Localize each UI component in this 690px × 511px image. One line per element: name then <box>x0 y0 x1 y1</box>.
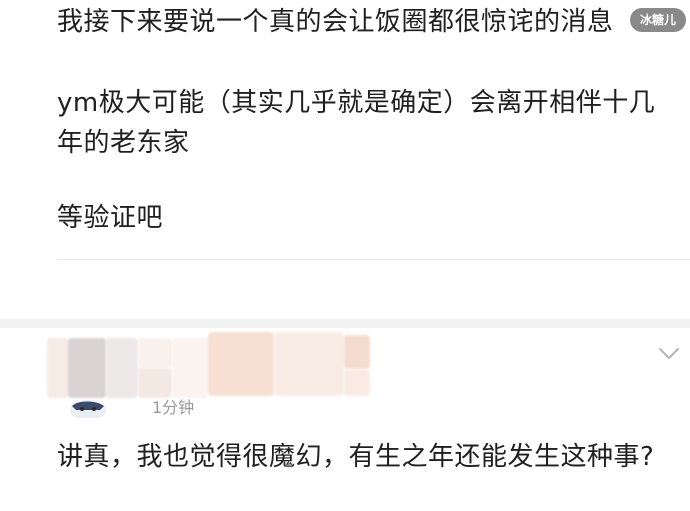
comment-timestamp: 1分钟 <box>152 398 195 417</box>
post-text-line-3: 等验证吧 <box>57 203 164 233</box>
comment-text: 讲真，我也觉得很魔幻，有生之年还能发生这种事? <box>57 442 655 472</box>
chevron-down-icon[interactable] <box>658 347 680 361</box>
post-text-line-1: 我接下来要说一个真的会让饭圈都很惊诧的消息 <box>57 7 614 37</box>
avatar[interactable] <box>66 396 110 418</box>
section-separator <box>0 319 690 328</box>
post-text-line-2: ym极大可能（其实几乎就是确定）会离开相伴十几年的老东家 <box>57 88 656 158</box>
divider <box>57 259 690 260</box>
watermark-badge: 冰糖儿 <box>630 8 686 32</box>
